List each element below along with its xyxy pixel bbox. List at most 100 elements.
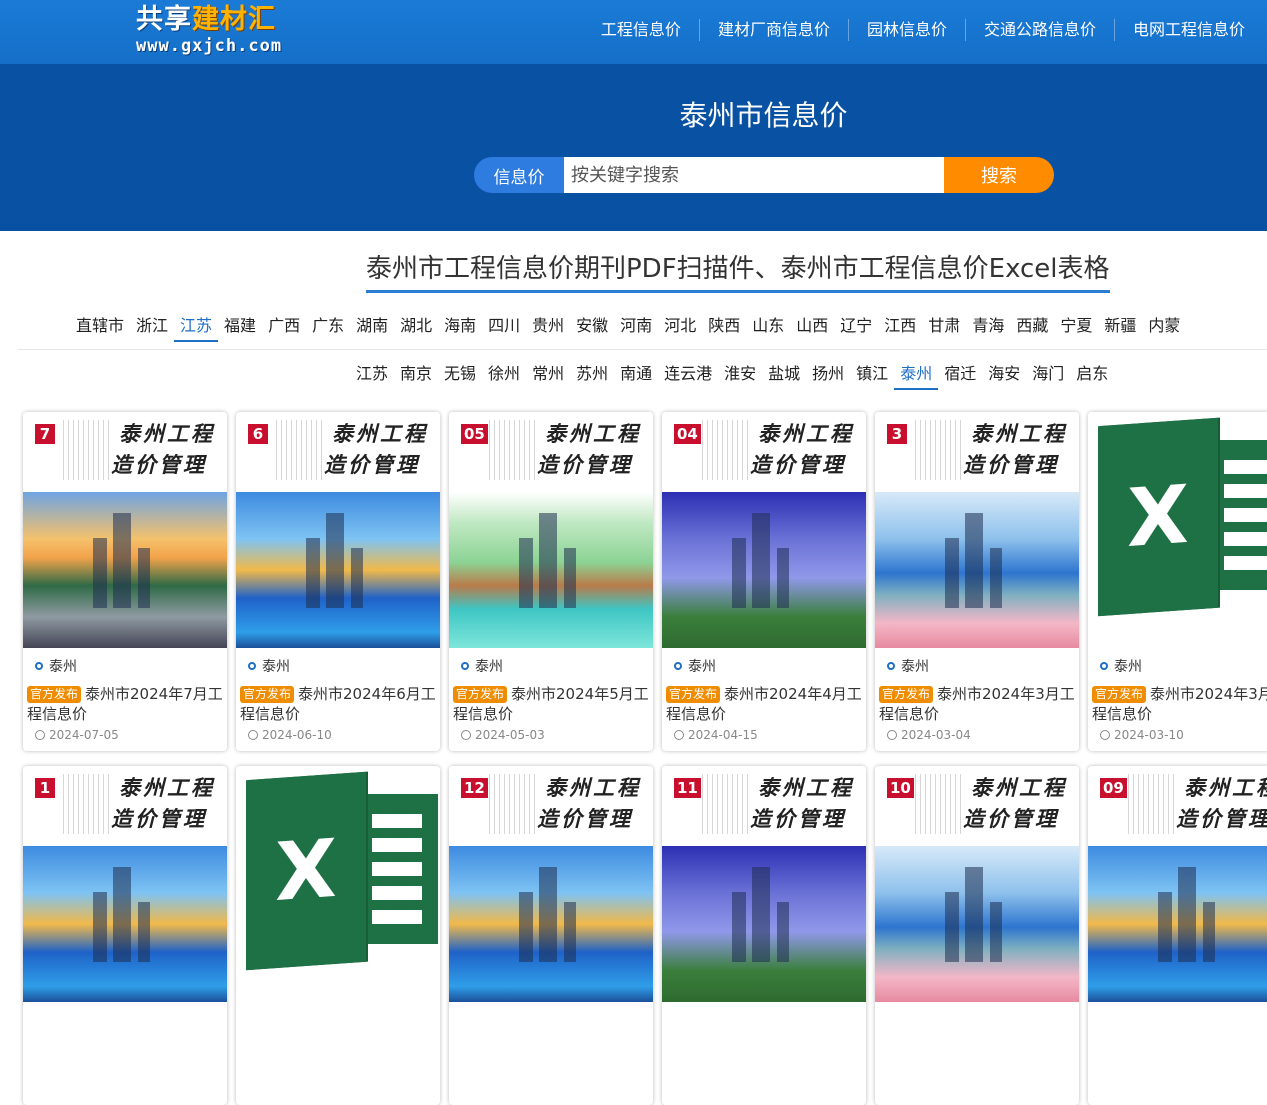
city-item[interactable]: 泰州 [894,362,939,390]
official-badge: 官方发布 [879,686,934,703]
province-item[interactable]: 贵州 [526,314,570,342]
city-item[interactable]: 海门 [1026,362,1070,390]
info-card[interactable]: 09 泰州工程造价管理 [1088,766,1267,1105]
card-date: 2024-07-05 [35,728,119,742]
city-item[interactable]: 无锡 [438,362,482,390]
province-item[interactable]: 直辖市 [70,314,130,342]
province-item[interactable]: 浙江 [130,314,174,342]
province-item[interactable]: 宁夏 [1054,314,1098,342]
province-item[interactable]: 新疆 [1098,314,1142,342]
province-item[interactable]: 海南 [438,314,482,342]
province-item[interactable]: 甘肃 [922,314,966,342]
city-item[interactable]: 淮安 [718,362,762,390]
card-location: 泰州 [35,656,77,676]
city-item[interactable]: 扬州 [806,362,850,390]
city-item[interactable]: 南京 [394,362,438,390]
cover-photo [662,846,866,1002]
search-box: 信息价 搜索 [474,157,1054,193]
magazine-name: 泰州工程造价管理 [1176,775,1267,831]
city-item[interactable]: 启东 [1070,362,1114,390]
cover-photo [875,846,1079,1002]
province-item[interactable]: 辽宁 [834,314,878,342]
magazine-name: 泰州工程造价管理 [750,421,854,477]
province-item[interactable]: 江苏 [174,314,219,342]
official-badge: 官方发布 [1092,686,1147,703]
city-item[interactable]: 江苏 [350,362,394,390]
nav-item[interactable]: 园林信息价 [847,19,965,41]
province-item[interactable]: 河北 [658,314,702,342]
city-item[interactable]: 宿迁 [938,362,982,390]
province-item[interactable]: 广西 [262,314,306,342]
info-card[interactable]: 10 泰州工程 造价管理 [875,766,1079,1105]
card-location: 泰州 [674,656,716,676]
info-card[interactable]: 05 泰州工程 造价管理 泰州 官方发布 泰州市2024年5月工程信息价 2024-05-0… [449,412,653,751]
magazine-cover: 11 泰州工程 造价管理 [662,766,866,1002]
card-location: 泰州 [887,656,929,676]
info-card[interactable]: 11 泰州工程 造价管理 [662,766,866,1105]
card-title[interactable]: 官方发布 泰州市2024年4月工程信息价 [666,684,864,724]
cover-photo [1088,846,1267,1002]
province-item[interactable]: 青海 [966,314,1010,342]
cover-photo [449,846,653,1002]
province-item[interactable]: 安徽 [570,314,614,342]
location-dot-icon [674,662,682,670]
province-item[interactable]: 内蒙 [1142,314,1186,342]
clock-icon [1100,730,1110,740]
nav-item[interactable]: 工程信息价 [583,19,699,41]
info-card[interactable]: 7 泰州工程 造价管理 泰州 官方发布 泰州市2024年7月工程信息价 2024-07-05 [23,412,227,751]
info-card[interactable]: 12 泰州工程 造价管理 [449,766,653,1105]
city-item[interactable]: 徐州 [482,362,526,390]
province-item[interactable]: 河南 [614,314,658,342]
province-filter: 直辖市 浙江 江苏 福建 广西 广东 湖南 湖北 海南 四川 贵州 安徽 河南 河北 陕西 山东 山西 辽宁 江西甘… [70,314,1267,350]
search-input[interactable] [564,157,944,193]
province-item[interactable]: 山西 [790,314,834,342]
province-item[interactable]: 湖南 [350,314,394,342]
issue-number: 1 [35,778,55,798]
province-item[interactable]: 广东 [306,314,350,342]
province-item[interactable]: 陕西 [702,314,746,342]
clock-icon [674,730,684,740]
site-logo[interactable]: 共享建材汇 www.gxjch.com [136,4,311,60]
card-title[interactable]: 官方发布 泰州市2024年5月工程信息价 [453,684,651,724]
info-card[interactable]: X 泰州官方发布泰州市2024年3月工程信息价 2024-03-10 [1088,412,1267,751]
province-item[interactable]: 福建 [218,314,262,342]
card-title[interactable]: 官方发布 泰州市2024年6月工程信息价 [240,684,438,724]
info-card[interactable]: 04 泰州工程 造价管理 泰州 官方发布 泰州市2024年4月工程信息价 2024-04-1… [662,412,866,751]
province-item[interactable]: 四川 [482,314,526,342]
search-category-tag[interactable]: 信息价 [474,157,564,193]
city-filter: 江苏 南京 无锡 徐州 常州 苏州 南通 连云港 淮安 盐城 扬州 镇江 泰州 宿迁 海安 海门 启东 [350,362,1114,390]
city-item[interactable]: 连云港 [658,362,718,390]
province-item[interactable]: 西藏 [1010,314,1054,342]
city-item[interactable]: 南通 [614,362,658,390]
cover-photo [236,492,440,648]
nav-item[interactable]: 建材厂商信息价 [698,19,848,41]
info-card[interactable]: X [236,766,440,1105]
official-badge: 官方发布 [453,686,508,703]
nav-item[interactable]: 交通公路信息价 [964,19,1114,41]
search-button[interactable]: 搜索 [944,157,1054,193]
card-title[interactable]: 官方发布泰州市2024年3月工程信息价 [879,684,1077,724]
city-item[interactable]: 苏州 [570,362,614,390]
info-card[interactable]: 1 泰州工程 造价管理 [23,766,227,1105]
city-item[interactable]: 盐城 [762,362,806,390]
issue-number: 10 [887,778,914,798]
card-title[interactable]: 官方发布 泰州市2024年7月工程信息价 [27,684,225,724]
cover-photo [875,492,1079,648]
location-dot-icon [248,662,256,670]
city-item[interactable]: 海安 [982,362,1026,390]
magazine-name: 泰州工程造价管理 [324,421,428,477]
nav-item[interactable]: 电网工程信息价 [1113,19,1267,41]
province-item[interactable]: 江西 [878,314,922,342]
magazine-cover: 12 泰州工程 造价管理 [449,766,653,1002]
official-badge: 官方发布 [240,686,295,703]
city-item[interactable]: 镇江 [850,362,894,390]
province-item[interactable]: 湖北 [394,314,438,342]
info-card[interactable]: 6 泰州工程 造价管理 泰州 官方发布 泰州市2024年6月工程信息价 2024-06-10 [236,412,440,751]
location-dot-icon [461,662,469,670]
clock-icon [35,730,45,740]
province-item[interactable]: 山东 [746,314,790,342]
card-title[interactable]: 官方发布泰州市2024年3月工程信息价 [1092,684,1267,724]
info-card[interactable]: 3 泰州工程 造价管理 泰州 官方发布 泰州市2024年3月工程信息价 2024-03-04 [875,412,1079,751]
city-item[interactable]: 常州 [526,362,570,390]
magazine-cover: 3 泰州工程 造价管理 [875,412,1079,648]
